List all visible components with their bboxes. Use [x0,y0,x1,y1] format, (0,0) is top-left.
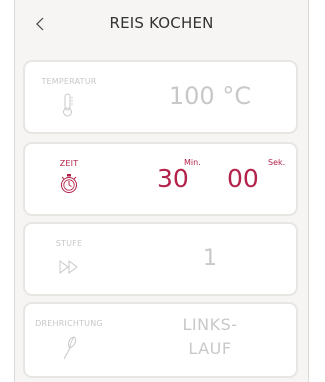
temperature-card[interactable]: TEMPERATUR 100 °C [25,62,296,132]
direction-value-line1: LINKS- [182,315,238,334]
time-card[interactable]: ZEIT 30 Min. 00 Sek. [25,144,296,214]
direction-card[interactable]: DREHRICHTUNG LINKS- LAUF [25,304,296,376]
temperature-label: TEMPERATUR [41,77,97,86]
thermometer-icon [60,92,76,122]
temperature-value: 100 °C [168,82,252,110]
stopwatch-icon [59,172,79,198]
stage-value: 1 [203,246,217,271]
seconds-unit: Sek. [268,158,286,167]
whisk-icon [61,335,79,365]
time-label: ZEIT [59,159,79,168]
direction-value-line2: LAUF [188,339,232,358]
cooking-screen: REIS KOCHEN TEMPERATUR 100 °C ZEIT 30 Mi… [14,0,309,382]
stage-label: STUFE [55,239,83,248]
fast-forward-icon [58,259,80,278]
header: REIS KOCHEN [15,0,308,50]
time-minutes: 30 [157,164,189,193]
page-title: REIS KOCHEN [109,14,214,32]
time-seconds: 00 [227,164,259,193]
minutes-unit: Min. [184,158,201,167]
direction-label: DREHRICHTUNG [35,319,103,328]
stage-card[interactable]: STUFE 1 [25,224,296,294]
